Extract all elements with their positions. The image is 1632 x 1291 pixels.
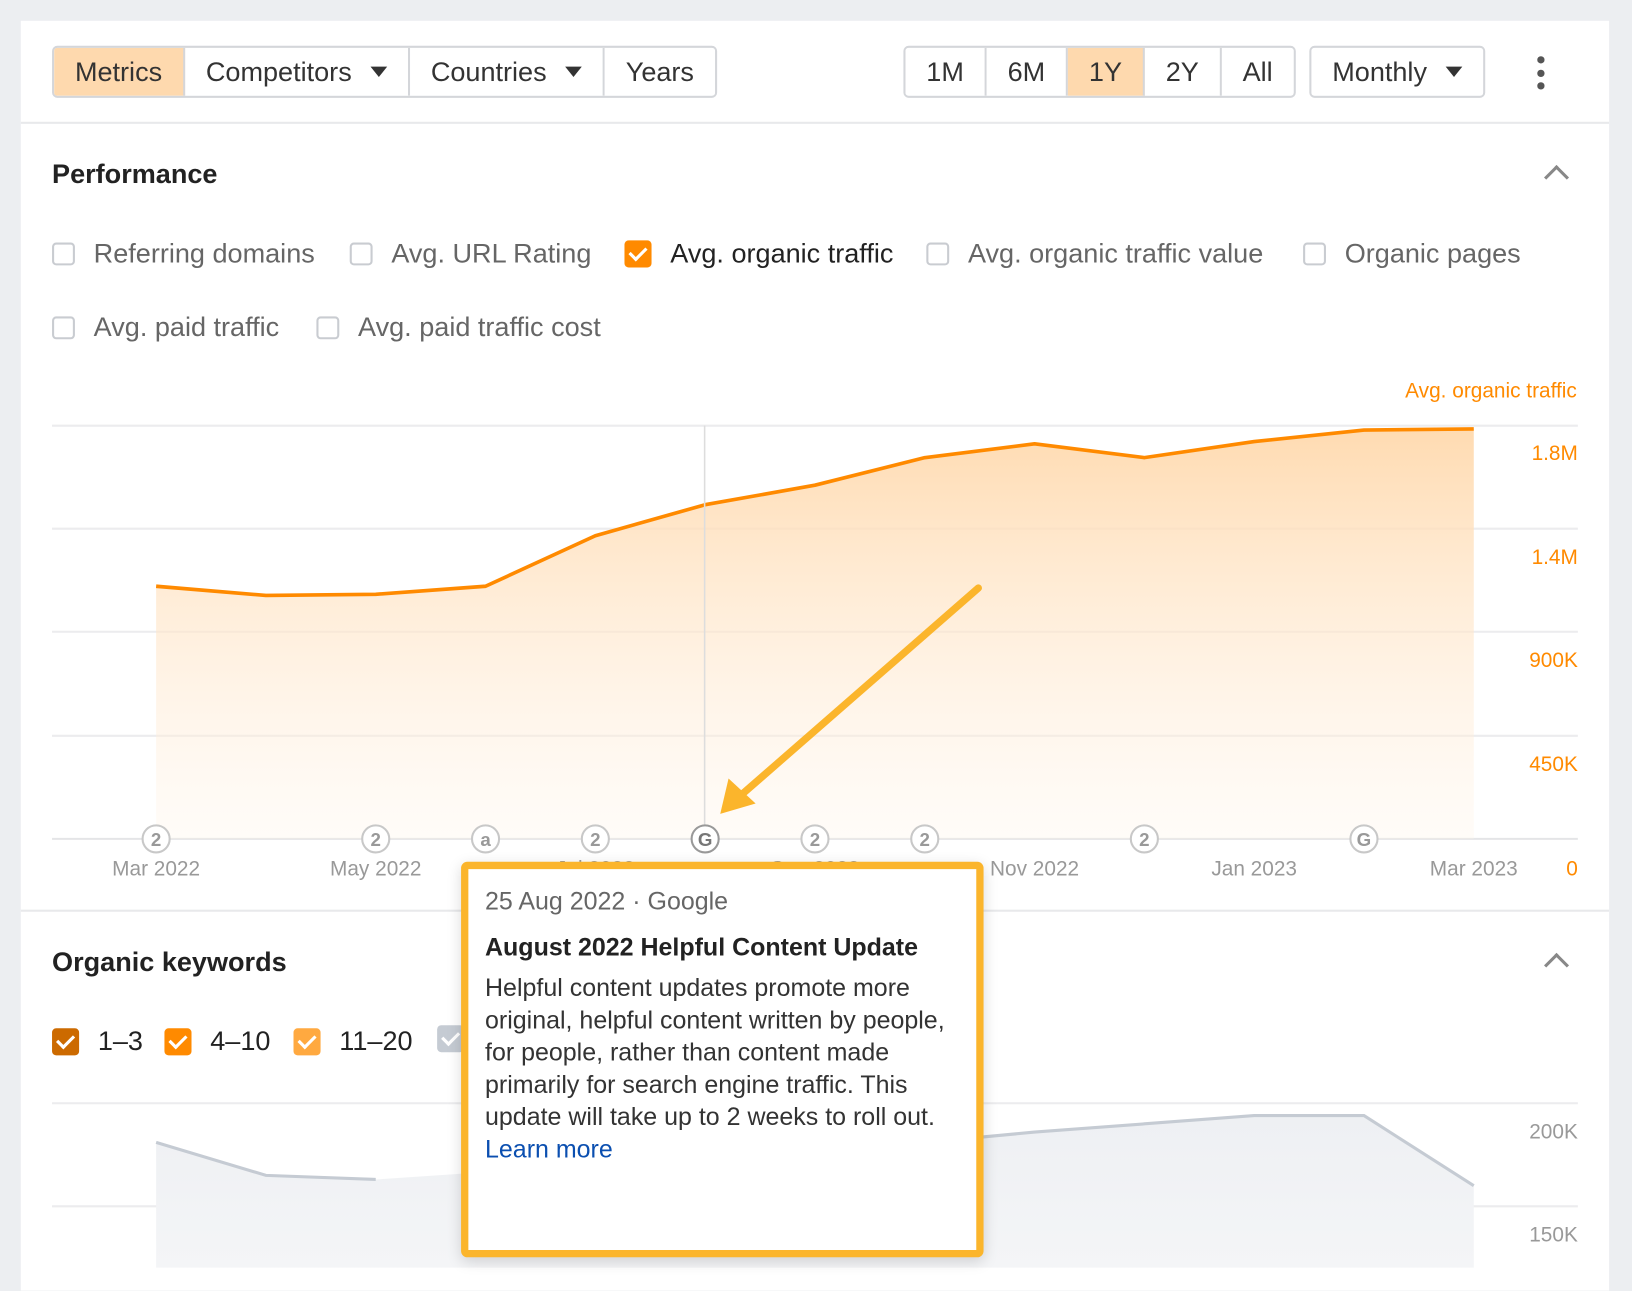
event-tooltip: 25 Aug 2022 · Google August 2022 Helpful… xyxy=(461,862,983,1258)
svg-text:2: 2 xyxy=(1139,829,1149,850)
tooltip-body: Helpful content updates promote more ori… xyxy=(485,972,960,1166)
checkbox-checked-icon[interactable] xyxy=(294,1028,321,1055)
x-tick-label: Jan 2023 xyxy=(1211,858,1297,882)
y-tick-label: 150K xyxy=(1529,1224,1578,1248)
svg-text:2: 2 xyxy=(920,829,930,850)
series-label: Avg. organic traffic xyxy=(1405,380,1577,404)
position-label: 11–20 xyxy=(339,1025,412,1057)
app: Metrics Competitors Countries Years 1M 6… xyxy=(0,0,1632,1268)
y-tick-label: 900K xyxy=(1529,649,1578,673)
svg-text:2: 2 xyxy=(590,829,600,850)
svg-text:2: 2 xyxy=(371,829,381,850)
position-checkbox[interactable]: 11–20 xyxy=(294,1025,413,1057)
learn-more-link[interactable]: Learn more xyxy=(485,1136,613,1164)
svg-text:G: G xyxy=(698,829,713,850)
x-tick-label: Mar 2022 xyxy=(112,858,200,882)
position-checkbox[interactable]: 4–10 xyxy=(164,1025,270,1057)
position-checkbox[interactable]: 1–3 xyxy=(52,1025,143,1057)
annotation-marker[interactable]: a xyxy=(472,825,499,852)
annotation-marker[interactable]: G xyxy=(692,825,719,852)
annotation-marker[interactable]: 2 xyxy=(801,825,828,852)
svg-text:a: a xyxy=(480,829,491,850)
x-tick-label: May 2022 xyxy=(330,858,421,882)
annotation-marker[interactable]: 2 xyxy=(143,825,170,852)
svg-text:G: G xyxy=(1357,829,1372,850)
checkbox-checked-icon[interactable] xyxy=(52,1028,79,1055)
position-label: 4–10 xyxy=(210,1025,270,1057)
svg-text:2: 2 xyxy=(810,829,820,850)
traffic-area xyxy=(156,429,1474,839)
tooltip-date: 25 Aug 2022 · Google xyxy=(485,888,960,917)
organic-keywords-title: Organic keywords xyxy=(52,946,287,978)
tooltip-text: Helpful content updates promote more ori… xyxy=(485,974,945,1131)
y-tick-label: 1.8M xyxy=(1532,442,1578,466)
x-tick-label: Nov 2022 xyxy=(990,858,1079,882)
annotation-marker[interactable]: 2 xyxy=(582,825,609,852)
x-tick-label: Mar 2023 xyxy=(1430,858,1518,882)
position-label: 1–3 xyxy=(98,1025,143,1057)
annotation-marker[interactable]: 2 xyxy=(1131,825,1158,852)
annotation-marker[interactable]: 2 xyxy=(362,825,389,852)
svg-text:2: 2 xyxy=(151,829,161,850)
annotation-marker[interactable]: G xyxy=(1350,825,1377,852)
y-tick-label: 450K xyxy=(1529,754,1578,778)
tooltip-title: August 2022 Helpful Content Update xyxy=(485,932,960,964)
y-tick-label: 1.4M xyxy=(1532,546,1578,570)
y-tick-label: 0 xyxy=(1566,858,1578,882)
annotation-marker[interactable]: 2 xyxy=(911,825,938,852)
y-tick-label: 200K xyxy=(1529,1121,1578,1145)
checkbox-checked-icon[interactable] xyxy=(164,1028,191,1055)
